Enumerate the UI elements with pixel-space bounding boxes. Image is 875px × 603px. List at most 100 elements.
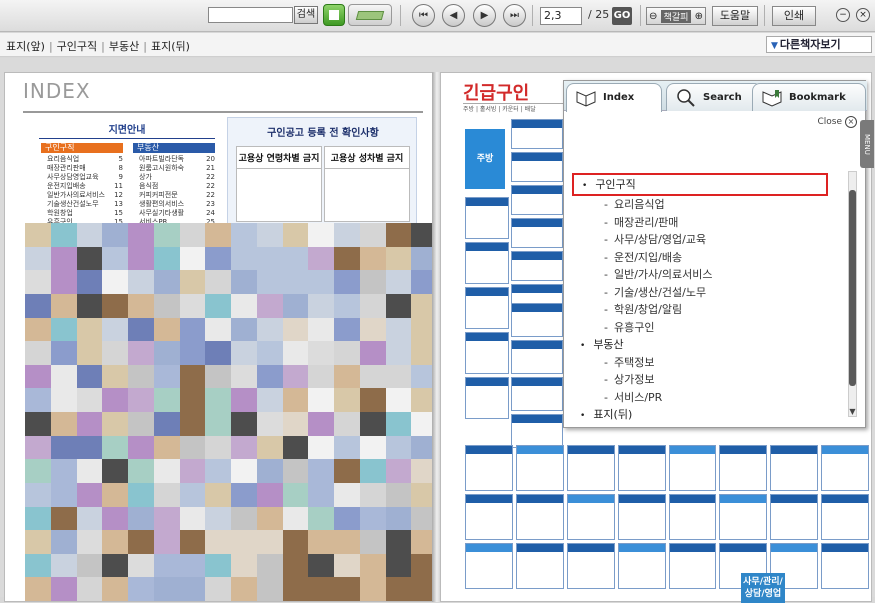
pixel-cell [231,293,257,318]
note-icon-button[interactable] [323,4,345,26]
next-page-button[interactable]: ▶ [473,4,496,27]
popup-close-button[interactable]: Close × [817,116,857,128]
pixel-cell [25,482,51,507]
pixel-cell [359,459,386,483]
menu-sub-item[interactable]: 상가정보 [576,371,836,389]
index-entry[interactable]: 매장관리판매 8 [47,164,123,173]
minimize-icon[interactable]: − [836,8,850,22]
pixel-cell [25,412,51,436]
pixel-cell [359,246,386,271]
zoom-out-icon[interactable]: ⊖ [649,11,657,22]
index-entry[interactable]: 아파트빌라단독 20 [139,155,215,164]
classified-ad-header [512,186,562,194]
pixel-cell [25,223,51,247]
menu-sub-item[interactable]: 사무/상담/영업/교육 [576,231,836,249]
close-icon[interactable]: × [856,8,870,22]
menu-sub-item[interactable]: 요리음식업 [576,196,836,214]
help-button[interactable]: 도움말 [712,6,758,26]
first-page-button[interactable]: ⏮ [412,4,435,27]
popup-scrollbar[interactable] [848,171,857,417]
index-entry[interactable]: 원룸고시원하숙 21 [139,164,215,173]
breadcrumb-separator: | [143,40,147,53]
tab-bookmark[interactable]: Bookmark [752,83,866,111]
index-entry[interactable]: 사무실기타생활 24 [139,209,215,218]
pixel-cell [231,412,257,436]
pixel-cell [50,223,77,247]
index-entry[interactable]: 운전지입배송 11 [47,182,123,191]
pixel-cell [179,293,206,318]
other-books-label: 다른책자보기 [779,38,841,51]
scroll-down-icon[interactable]: ▼ [847,407,858,416]
pixel-cell [179,506,206,531]
breadcrumb-cover-front[interactable]: 표지(앞) [6,40,45,53]
pixel-cell [282,317,309,342]
pixel-cell [76,341,103,365]
pixel-cell [359,270,386,294]
index-entry-page: 22 [206,191,215,199]
index-entry[interactable]: 사무상담영업교육 9 [47,173,123,182]
scrollbar-thumb[interactable] [849,190,856,386]
pixel-cell [359,482,386,507]
pixel-cell [308,341,334,365]
pixel-cell [308,530,334,554]
menu-sub-item[interactable]: 매장관리/판매 [576,214,836,232]
pixel-cell [308,577,334,601]
dropdown-arrow-icon: ▼ [771,41,778,51]
prev-page-button[interactable]: ◀ [442,4,465,27]
menu-sub-item[interactable]: 학원/창업/알림 [576,301,836,319]
menu-sub-item[interactable]: 기술/생산/건설/노무 [576,284,836,302]
menu-sub-item[interactable]: 운전/지입/배송 [576,249,836,267]
last-page-button[interactable]: ⏭ [503,4,526,27]
pixel-cell [334,388,360,412]
menu-sub-item[interactable]: 주택정보 [576,354,836,372]
breadcrumb-jobs[interactable]: 구인구직 [57,40,97,53]
menu-side-tab[interactable]: MENU [860,120,874,168]
index-entry[interactable]: 커피커피전문 22 [139,191,215,200]
tab-search[interactable]: Search [666,83,762,111]
menu-section-item[interactable]: 표지(뒤) [576,406,836,424]
classified-ad [821,445,869,491]
pixel-cell [282,553,309,578]
search-button[interactable]: 검색 [294,6,318,24]
category-jobs-list: 요리음식업 5 매장관리판매 8 사무상담영업교육 9 운전지입배송 11 일반가사의료서비스 1… [47,155,123,227]
index-entry[interactable]: 음식점 22 [139,182,215,191]
tab-index-label: Index [603,92,635,103]
index-entry[interactable]: 상가 22 [139,173,215,182]
search-input[interactable] [208,7,293,23]
menu-sub-item[interactable]: 일반/가사/의료서비스 [576,266,836,284]
index-popup: Index Search Bookmark Close × 구인구직요리음식업매… [563,80,867,428]
pixel-cell [205,341,231,365]
zoom-in-icon[interactable]: ⊕ [695,11,703,22]
classified-ad [465,377,509,419]
pen-memo-button[interactable] [348,4,392,26]
menu-sub-item[interactable]: 서비스/PR [576,389,836,407]
go-button[interactable]: GO [612,7,632,25]
pixel-cell [308,506,334,531]
pixel-cell [231,246,257,271]
index-entry[interactable]: 생활편의서비스 23 [139,200,215,209]
tab-index[interactable]: Index [566,83,662,112]
page-number-input[interactable]: 2,3 [540,7,582,25]
pixel-cell [308,388,334,412]
index-entry[interactable]: 요리음식업 5 [47,155,123,164]
classified-ad [668,445,717,491]
print-button[interactable]: 인쇄 [772,6,816,26]
pixel-cell [128,317,154,342]
left-page[interactable]: INDEX 지면안내 구인구직 요리음식업 5 매장관리판매 8 사무상담영업교육 9 운전… [4,72,437,602]
menu-section-item[interactable]: 구인구직 [572,173,828,196]
classified-ad [617,543,666,589]
classified-ad [465,543,513,589]
menu-section-item[interactable]: 부동산 [576,336,836,354]
pixel-cell [205,317,231,342]
index-entry[interactable]: 기술생산건설노무 13 [47,200,123,209]
index-entry[interactable]: 학원창업 15 [47,209,123,218]
bookmark-label[interactable]: 책갈피 [660,9,692,23]
breadcrumb-cover-back[interactable]: 표지(뒤) [151,40,190,53]
breadcrumb-realestate[interactable]: 부동산 [109,40,139,53]
pixel-cell [50,341,77,365]
other-books-dropdown[interactable]: ▼ 다른책자보기 [766,36,872,53]
index-entry-page: 11 [114,182,123,190]
menu-sub-item[interactable]: 유흥구인 [576,319,836,337]
pixel-cell [205,388,231,412]
index-entry[interactable]: 일반가사의료서비스 12 [47,191,123,200]
